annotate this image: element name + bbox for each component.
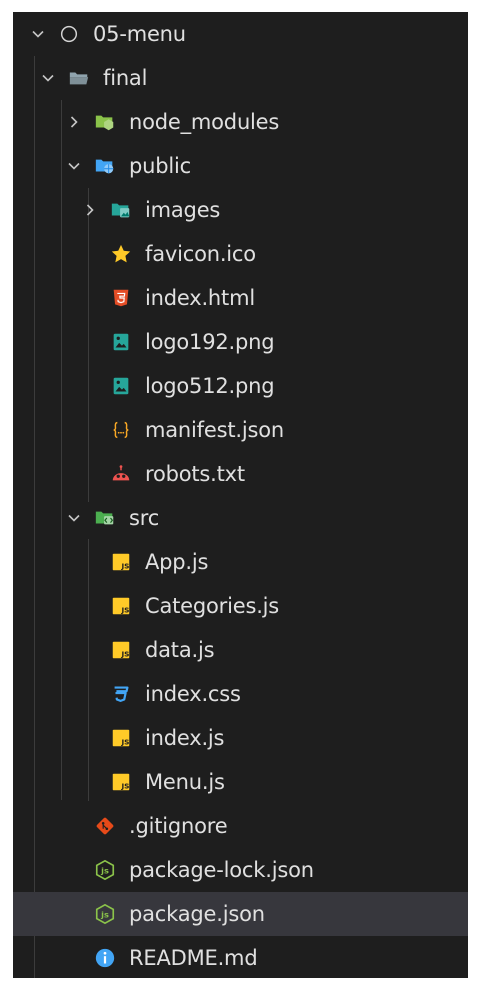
chevron-right-icon[interactable] (79, 199, 101, 221)
node-folder-icon (93, 110, 117, 134)
item-label: package.json (129, 902, 265, 926)
robot-icon (109, 462, 133, 486)
nodejs-icon: js (93, 902, 117, 926)
file-package-lock-json[interactable]: js package-lock.json (13, 848, 468, 892)
file-data-js[interactable]: JS data.js (13, 628, 468, 672)
file-menu-js[interactable]: JS Menu.js (13, 760, 468, 804)
svg-text:JS: JS (120, 737, 129, 746)
file-index-js[interactable]: JS index.js (13, 716, 468, 760)
item-label: logo512.png (145, 374, 275, 398)
item-label: src (129, 506, 160, 530)
file-index-html[interactable]: index.html (13, 276, 468, 320)
item-label: data.js (145, 638, 215, 662)
src-folder-icon (93, 506, 117, 530)
info-icon (93, 946, 117, 970)
svg-text:js: js (100, 866, 109, 876)
file-categories-js[interactable]: JS Categories.js (13, 584, 468, 628)
item-label: favicon.ico (145, 242, 256, 266)
chevron-down-icon[interactable] (27, 23, 49, 45)
item-label: robots.txt (145, 462, 245, 486)
item-label: index.html (145, 286, 255, 310)
nodejs-icon: js (93, 858, 117, 882)
svg-text:JS: JS (120, 781, 129, 790)
javascript-icon: JS (109, 638, 133, 662)
css3-icon (109, 682, 133, 706)
file-robots-txt[interactable]: robots.txt (13, 452, 468, 496)
public-folder-icon (93, 154, 117, 178)
javascript-icon: JS (109, 726, 133, 750)
svg-text:js: js (100, 910, 109, 920)
item-label: README.md (129, 946, 258, 970)
file-logo512-png[interactable]: logo512.png (13, 364, 468, 408)
javascript-icon: JS (109, 550, 133, 574)
item-label: Menu.js (145, 770, 225, 794)
file-manifest-json[interactable]: manifest.json (13, 408, 468, 452)
chevron-right-icon[interactable] (63, 111, 85, 133)
chevron-down-icon[interactable] (63, 155, 85, 177)
item-label: package-lock.json (129, 858, 314, 882)
item-label: node_modules (129, 110, 280, 134)
folder-images[interactable]: images (13, 188, 468, 232)
file-logo192-png[interactable]: logo192.png (13, 320, 468, 364)
file-app-js[interactable]: JS App.js (13, 540, 468, 584)
item-label: images (145, 198, 221, 222)
project-05-menu[interactable]: 05-menu (13, 12, 468, 56)
image-file-icon (109, 374, 133, 398)
folder-final[interactable]: final (13, 56, 468, 100)
folder-src[interactable]: src (13, 496, 468, 540)
file-readme-md[interactable]: README.md (13, 936, 468, 978)
item-label: Categories.js (145, 594, 280, 618)
star-icon (109, 242, 133, 266)
item-label: App.js (145, 550, 209, 574)
item-label: manifest.json (145, 418, 284, 442)
file-index-css[interactable]: index.css (13, 672, 468, 716)
item-label: final (103, 66, 148, 90)
git-icon (93, 814, 117, 838)
item-label: logo192.png (145, 330, 275, 354)
folder-public[interactable]: public (13, 144, 468, 188)
item-label: 05-menu (93, 22, 186, 46)
images-folder-icon (109, 198, 133, 222)
html5-icon (109, 286, 133, 310)
chevron-down-icon[interactable] (63, 507, 85, 529)
folder-node-modules[interactable]: node_modules (13, 100, 468, 144)
chevron-down-icon[interactable] (37, 67, 59, 89)
file-gitignore[interactable]: .gitignore (13, 804, 468, 848)
json-braces-icon (109, 418, 133, 442)
file-explorer: 05-menu final node_modulespublic images favi… (13, 12, 468, 978)
javascript-icon: JS (109, 770, 133, 794)
file-favicon-ico[interactable]: favicon.ico (13, 232, 468, 276)
javascript-icon: JS (109, 594, 133, 618)
item-label: index.js (145, 726, 225, 750)
item-label: index.css (145, 682, 241, 706)
item-label: public (129, 154, 191, 178)
folder-open-icon (67, 66, 91, 90)
image-file-icon (109, 330, 133, 354)
circle-icon (57, 22, 81, 46)
svg-text:JS: JS (120, 605, 129, 614)
svg-text:JS: JS (120, 649, 129, 658)
file-package-json[interactable]: js package.json (13, 892, 468, 936)
item-label: .gitignore (129, 814, 228, 838)
svg-text:JS: JS (120, 561, 129, 570)
